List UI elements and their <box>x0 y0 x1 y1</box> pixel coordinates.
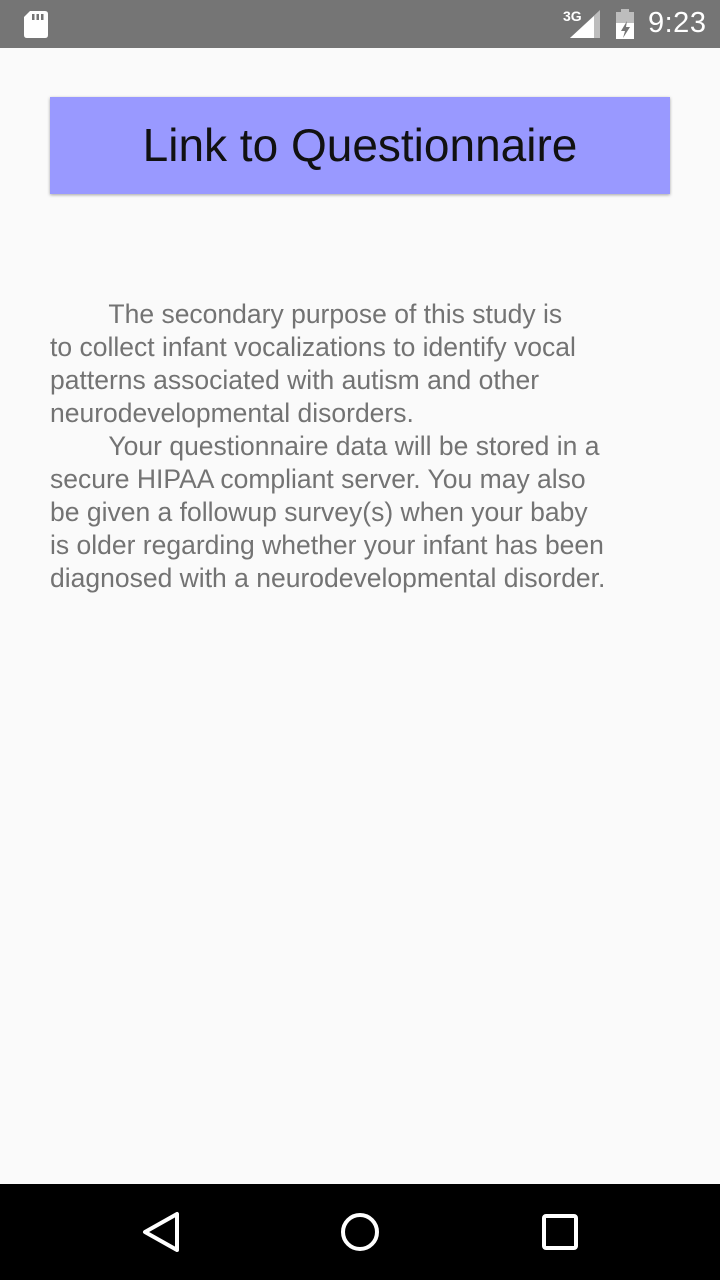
navigation-bar <box>0 1184 720 1280</box>
study-description-line: neurodevelopmental disorders. <box>50 398 414 428</box>
battery-icon <box>616 9 634 39</box>
clock: 9:23 <box>648 7 707 39</box>
study-description-line: diagnosed with a neurodevelopmental diso… <box>50 563 606 593</box>
study-description-line: patterns associated with autism and othe… <box>50 365 540 395</box>
study-description-line: is older regarding whether your infant h… <box>50 530 604 560</box>
study-description-line: be given a followup survey(s) when your … <box>50 497 588 527</box>
study-description-line: to collect infant vocalizations to ident… <box>50 332 576 362</box>
recents-icon[interactable] <box>534 1206 586 1258</box>
home-icon[interactable] <box>334 1206 386 1258</box>
study-description-line: The secondary purpose of this study is <box>50 299 563 329</box>
signal-icon <box>570 10 600 38</box>
status-bar: 3G 9:23 <box>0 0 720 48</box>
screen: 3G 9:23 Link to Questionnaire The second… <box>0 0 720 1280</box>
study-description: The secondary purpose of this study is t… <box>50 298 660 595</box>
sd-card-icon <box>24 11 48 38</box>
questionnaire-link-button[interactable]: Link to Questionnaire <box>50 97 670 194</box>
back-icon[interactable] <box>134 1206 186 1258</box>
study-description-line: secure HIPAA compliant server. You may a… <box>50 464 586 494</box>
study-description-line: Your questionnaire data will be stored i… <box>50 431 600 461</box>
